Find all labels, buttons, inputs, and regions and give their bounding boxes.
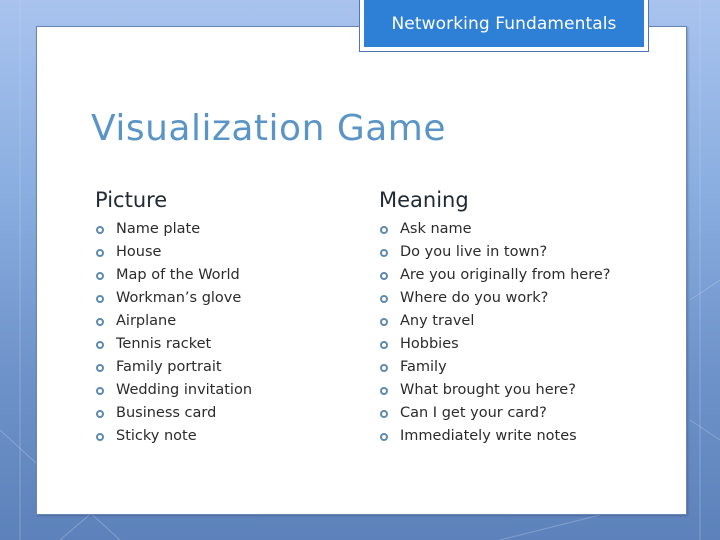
circle-bullet-icon (380, 318, 388, 326)
list-item-label: Tennis racket (116, 336, 212, 352)
list-item: What brought you here? (379, 379, 610, 402)
list-item: Where do you work? (379, 287, 610, 310)
circle-bullet-icon (380, 433, 388, 441)
circle-bullet-icon (96, 249, 104, 257)
slide-title: Visualization Game (91, 108, 447, 149)
circle-bullet-icon (380, 341, 388, 349)
list-item-label: Any travel (400, 313, 475, 329)
circle-bullet-icon (380, 387, 388, 395)
meaning-column: Meaning Ask name Do you live in town? Ar… (379, 186, 610, 448)
list-item-label: What brought you here? (400, 382, 576, 398)
list-item-label: Immediately write notes (400, 428, 577, 444)
course-header-tab: Networking Fundamentals (359, 0, 649, 52)
course-header-label: Networking Fundamentals (364, 0, 644, 47)
circle-bullet-icon (380, 272, 388, 280)
list-item-label: Name plate (116, 221, 201, 237)
list-item: House (95, 241, 252, 264)
list-item: Are you originally from here? (379, 264, 610, 287)
circle-bullet-icon (96, 387, 104, 395)
circle-bullet-icon (380, 364, 388, 372)
circle-bullet-icon (96, 341, 104, 349)
list-item-label: Business card (116, 405, 217, 421)
list-item: Ask name (379, 218, 610, 241)
list-item: Sticky note (95, 425, 252, 448)
list-item-label: Workman’s glove (116, 290, 242, 306)
list-item: Airplane (95, 310, 252, 333)
list-item: Family portrait (95, 356, 252, 379)
circle-bullet-icon (380, 249, 388, 257)
list-item-label: Hobbies (400, 336, 459, 352)
circle-bullet-icon (380, 295, 388, 303)
list-item: Name plate (95, 218, 252, 241)
list-item-label: Do you live in town? (400, 244, 548, 260)
list-item-label: Family portrait (116, 359, 222, 375)
list-item-label: Family (400, 359, 447, 375)
circle-bullet-icon (380, 226, 388, 234)
list-item-label: Sticky note (116, 428, 197, 444)
list-item: Workman’s glove (95, 287, 252, 310)
list-item-label: Airplane (116, 313, 177, 329)
list-item-label: Wedding invitation (116, 382, 253, 398)
picture-column-heading: Picture (95, 188, 168, 212)
list-item: Can I get your card? (379, 402, 610, 425)
list-item-label: House (116, 244, 162, 260)
list-item: Any travel (379, 310, 610, 333)
list-item: Tennis racket (95, 333, 252, 356)
list-item: Immediately write notes (379, 425, 610, 448)
circle-bullet-icon (96, 410, 104, 418)
list-item-label: Can I get your card? (400, 405, 547, 421)
meaning-column-heading: Meaning (379, 188, 469, 212)
list-item-label: Map of the World (116, 267, 240, 283)
list-item-label: Where do you work? (400, 290, 549, 306)
circle-bullet-icon (96, 272, 104, 280)
circle-bullet-icon (96, 433, 104, 441)
list-item: Business card (95, 402, 252, 425)
list-item: Map of the World (95, 264, 252, 287)
circle-bullet-icon (380, 410, 388, 418)
list-item: Do you live in town? (379, 241, 610, 264)
picture-list: Name plate House Map of the World Workma… (95, 218, 252, 448)
circle-bullet-icon (96, 226, 104, 234)
list-item-label: Ask name (400, 221, 472, 237)
circle-bullet-icon (96, 295, 104, 303)
list-item-label: Are you originally from here? (400, 267, 611, 283)
circle-bullet-icon (96, 318, 104, 326)
meaning-list: Ask name Do you live in town? Are you or… (379, 218, 610, 448)
picture-column: Picture Name plate House Map of the Worl… (95, 186, 252, 448)
list-item: Family (379, 356, 610, 379)
list-item: Wedding invitation (95, 379, 252, 402)
list-item: Hobbies (379, 333, 610, 356)
circle-bullet-icon (96, 364, 104, 372)
